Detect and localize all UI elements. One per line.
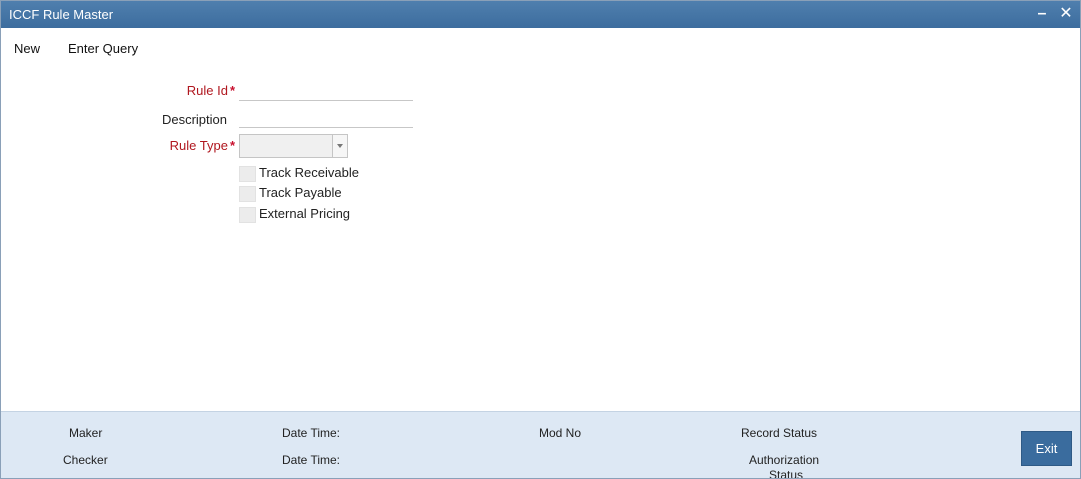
track-payable-checkbox[interactable]	[239, 186, 256, 202]
authorization-status-label-line2: Status	[769, 468, 804, 479]
rule-id-label-text: Rule Id	[186, 83, 228, 98]
menu-item-new[interactable]: New	[14, 41, 40, 56]
maker-date-time-label: Date Time:	[282, 426, 341, 440]
required-marker: *	[229, 138, 235, 153]
chevron-down-icon[interactable]	[332, 135, 347, 157]
audit-footer: Maker Checker Date Time: Date Time: Mod …	[1, 411, 1080, 478]
external-pricing-checkbox[interactable]	[239, 207, 256, 223]
close-icon[interactable]: ✕	[1056, 4, 1076, 24]
mod-no-label: Mod No	[539, 426, 582, 440]
track-receivable-checkbox[interactable]	[239, 166, 256, 182]
exit-button[interactable]: Exit	[1021, 431, 1072, 466]
rule-id-label: Rule Id *	[121, 83, 235, 98]
window-title: ICCF Rule Master	[9, 7, 114, 22]
menu-bar: New Enter Query	[1, 28, 1080, 56]
authorization-status-label-line1: Authorization	[749, 453, 820, 467]
maker-label: Maker	[69, 426, 103, 440]
iccf-rule-master-window: ICCF Rule Master – ✕ New Enter Query Rul…	[0, 0, 1081, 479]
rule-id-input[interactable]	[239, 80, 413, 101]
checker-label: Checker	[63, 453, 108, 467]
external-pricing-label: External Pricing	[259, 206, 351, 221]
record-status-label: Record Status	[741, 426, 818, 440]
menu-item-enter-query[interactable]: Enter Query	[68, 41, 138, 56]
rule-type-label: Rule Type *	[121, 138, 235, 153]
checker-date-time-label: Date Time:	[282, 453, 341, 467]
rule-type-label-text: Rule Type	[169, 138, 228, 153]
rule-type-select[interactable]	[239, 134, 348, 158]
track-payable-label: Track Payable	[259, 185, 342, 200]
title-bar: ICCF Rule Master – ✕	[1, 1, 1080, 28]
track-receivable-label: Track Receivable	[259, 165, 359, 180]
required-marker: *	[229, 83, 235, 98]
description-label: Description	[161, 112, 227, 127]
description-input[interactable]	[239, 107, 413, 128]
minimize-icon[interactable]: –	[1032, 4, 1052, 24]
